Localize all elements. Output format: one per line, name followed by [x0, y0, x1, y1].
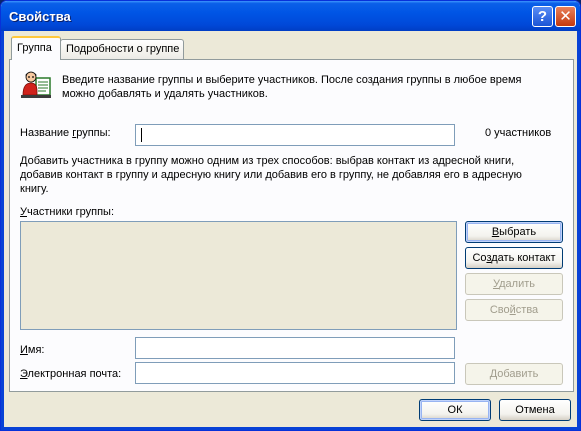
- instructions-line2: добавив контакт в группу и адресную книг…: [20, 169, 522, 181]
- properties-button-label: ства: [515, 304, 539, 316]
- title-bar[interactable]: Свойства ? ✕: [1, 1, 580, 31]
- window-title: Свойства: [9, 9, 71, 24]
- tab-group-details-label: Подробности о группе: [66, 43, 180, 55]
- tab-panel-group: Введите название группы и выберите участ…: [9, 59, 574, 392]
- window-frame-bottom: [1, 427, 580, 430]
- email-input[interactable]: [135, 362, 455, 384]
- properties-dialog: Свойства ? ✕ Группа Подробности о группе: [0, 0, 581, 431]
- select-button-label: ыбрать: [499, 226, 537, 238]
- intro-text: Введите название группы и выберите участ…: [62, 73, 521, 101]
- text-caret: [141, 128, 142, 142]
- ok-button[interactable]: ОК: [419, 399, 491, 421]
- add-button-label: обавить: [497, 368, 539, 380]
- select-button[interactable]: Выбрать: [465, 221, 563, 243]
- cancel-button-label: Отмена: [515, 404, 555, 416]
- help-icon: ?: [537, 8, 548, 25]
- name-label-rest: мя:: [27, 344, 45, 356]
- group-name-label-pre: Название: [20, 127, 73, 139]
- member-count: 0 участников: [485, 127, 552, 139]
- properties-button[interactable]: Свойства: [465, 299, 563, 321]
- close-icon: ✕: [559, 8, 572, 25]
- tab-group[interactable]: Группа: [11, 36, 61, 60]
- instructions-line1: Добавить участника в группу можно одним …: [20, 155, 515, 167]
- add-button[interactable]: Добавить: [465, 363, 563, 385]
- group-name-label: Название группы:: [20, 127, 111, 139]
- name-label: Имя:: [20, 344, 44, 356]
- group-name-input[interactable]: [135, 124, 455, 146]
- ok-button-label: ОК: [447, 404, 463, 416]
- add-members-instructions: Добавить участника в группу можно одним …: [20, 154, 522, 196]
- group-members-label: Участники группы:: [20, 206, 114, 218]
- delete-button[interactable]: Удалить: [465, 273, 563, 295]
- group-name-label-post: руппы:: [76, 127, 111, 139]
- help-button[interactable]: ?: [532, 6, 553, 27]
- cancel-button[interactable]: Отмена: [499, 399, 571, 421]
- email-label-key: Э: [20, 368, 28, 380]
- name-input[interactable]: [135, 337, 455, 359]
- tab-group-details[interactable]: Подробности о группе: [60, 39, 184, 59]
- tab-group-label: Группа: [17, 42, 52, 54]
- delete-button-label: далить: [499, 278, 535, 290]
- create-contact-pre: Со: [472, 252, 487, 264]
- name-label-key: И: [20, 344, 28, 356]
- window-frame-left: [1, 31, 4, 430]
- create-contact-button[interactable]: Создать контакт: [465, 247, 563, 269]
- create-contact-label: дать контакт: [491, 252, 556, 264]
- email-label: Электронная почта:: [20, 368, 121, 380]
- properties-button-pre: Сво: [489, 304, 510, 316]
- group-contacts-icon: [19, 69, 53, 101]
- email-label-rest: лектронная почта:: [27, 368, 122, 380]
- intro-text-line2: можно добавлять и удалять участников.: [62, 88, 268, 100]
- intro-text-line1: Введите название группы и выберите участ…: [62, 74, 522, 86]
- window-frame-right: [577, 31, 580, 430]
- group-members-label-rest: частники группы:: [27, 206, 115, 218]
- instructions-line3: книгу.: [20, 183, 49, 195]
- group-members-list[interactable]: [20, 221, 457, 330]
- group-members-label-key: У: [20, 206, 27, 218]
- close-button[interactable]: ✕: [555, 6, 576, 27]
